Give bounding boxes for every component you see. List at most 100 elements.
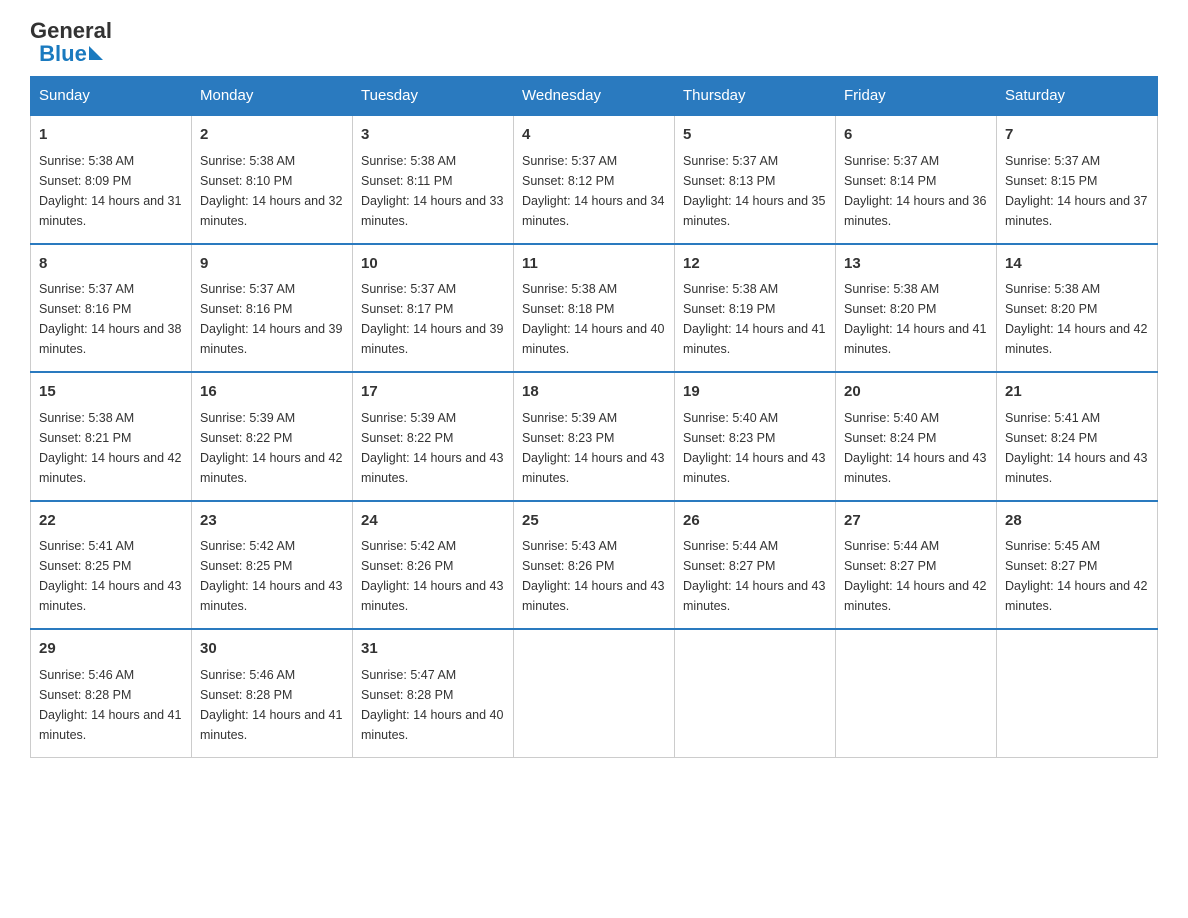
calendar-cell [836,629,997,757]
calendar-cell: 15Sunrise: 5:38 AMSunset: 8:21 PMDayligh… [31,372,192,501]
day-info: Sunrise: 5:39 AMSunset: 8:22 PMDaylight:… [200,408,344,488]
day-info: Sunrise: 5:37 AMSunset: 8:16 PMDaylight:… [39,279,183,359]
day-info: Sunrise: 5:44 AMSunset: 8:27 PMDaylight:… [844,536,988,616]
calendar-cell [997,629,1158,757]
calendar-cell: 4Sunrise: 5:37 AMSunset: 8:12 PMDaylight… [514,115,675,244]
calendar-cell: 18 Sunrise: 5:39 AMSunset: 8:23 PMDayligh… [514,372,675,501]
calendar-cell: 20 Sunrise: 5:40 AMSunset: 8:24 PMDayligh… [836,372,997,501]
day-info: Sunrise: 5:37 AMSunset: 8:14 PMDaylight:… [844,151,988,231]
day-info: Sunrise: 5:37 AMSunset: 8:13 PMDaylight:… [683,151,827,231]
day-info: Sunrise: 5:47 AMSunset: 8:28 PMDaylight:… [361,665,505,745]
calendar-week-1: 1 Sunrise: 5:38 AMSunset: 8:09 PMDaylight… [31,115,1158,244]
day-info: Sunrise: 5:39 AMSunset: 8:23 PMDaylight:… [522,408,666,488]
day-number: 20 [844,381,988,404]
calendar-cell: 28 Sunrise: 5:45 AMSunset: 8:27 PMDayligh… [997,501,1158,630]
day-number: 2 [200,124,344,147]
day-info: Sunrise: 5:42 AMSunset: 8:26 PMDaylight:… [361,536,505,616]
day-info: Sunrise: 5:44 AMSunset: 8:27 PMDaylight:… [683,536,827,616]
calendar-week-3: 15Sunrise: 5:38 AMSunset: 8:21 PMDayligh… [31,372,1158,501]
day-info: Sunrise: 5:38 AMSunset: 8:09 PMDaylight:… [39,151,183,231]
day-number: 1 [39,124,183,147]
calendar-cell: 1 Sunrise: 5:38 AMSunset: 8:09 PMDaylight… [31,115,192,244]
day-info: Sunrise: 5:38 AMSunset: 8:19 PMDaylight:… [683,279,827,359]
day-info: Sunrise: 5:38 AMSunset: 8:18 PMDaylight:… [522,279,666,359]
day-number: 16 [200,381,344,404]
day-number: 30 [200,638,344,661]
calendar-cell: 12 Sunrise: 5:38 AMSunset: 8:19 PMDayligh… [675,244,836,373]
day-number: 9 [200,253,344,276]
calendar-cell: 5 Sunrise: 5:37 AMSunset: 8:13 PMDaylight… [675,115,836,244]
calendar-week-5: 29 Sunrise: 5:46 AMSunset: 8:28 PMDayligh… [31,629,1158,757]
calendar-cell: 29Sunrise: 5:46 AMSunset: 8:28 PMDayligh… [31,629,192,757]
day-number: 21 [1005,381,1149,404]
calendar-cell: 21 Sunrise: 5:41 AMSunset: 8:24 PMDayligh… [997,372,1158,501]
day-info: Sunrise: 5:41 AMSunset: 8:24 PMDaylight:… [1005,408,1149,488]
day-number: 23 [200,510,344,533]
day-info: Sunrise: 5:40 AMSunset: 8:24 PMDaylight:… [844,408,988,488]
weekday-header-friday: Friday [836,77,997,116]
calendar-week-2: 8 Sunrise: 5:37 AMSunset: 8:16 PMDaylight… [31,244,1158,373]
calendar-cell: 16 Sunrise: 5:39 AMSunset: 8:22 PMDayligh… [192,372,353,501]
calendar-cell: 6 Sunrise: 5:37 AMSunset: 8:14 PMDaylight… [836,115,997,244]
calendar-cell: 13Sunrise: 5:38 AMSunset: 8:20 PMDayligh… [836,244,997,373]
weekday-header-sunday: Sunday [31,77,192,116]
calendar-cell: 14Sunrise: 5:38 AMSunset: 8:20 PMDayligh… [997,244,1158,373]
calendar-cell: 25 Sunrise: 5:43 AMSunset: 8:26 PMDayligh… [514,501,675,630]
weekday-header-saturday: Saturday [997,77,1158,116]
day-number: 26 [683,510,827,533]
calendar-cell: 24 Sunrise: 5:42 AMSunset: 8:26 PMDayligh… [353,501,514,630]
day-number: 4 [522,124,666,147]
logo: General Blue [30,20,112,66]
day-info: Sunrise: 5:38 AMSunset: 8:20 PMDaylight:… [844,279,988,359]
day-number: 6 [844,124,988,147]
calendar-week-4: 22 Sunrise: 5:41 AMSunset: 8:25 PMDayligh… [31,501,1158,630]
day-number: 28 [1005,510,1149,533]
day-number: 19 [683,381,827,404]
day-info: Sunrise: 5:42 AMSunset: 8:25 PMDaylight:… [200,536,344,616]
calendar-table: SundayMondayTuesdayWednesdayThursdayFrid… [30,76,1158,758]
weekday-header-tuesday: Tuesday [353,77,514,116]
day-number: 8 [39,253,183,276]
day-number: 15 [39,381,183,404]
weekday-header-monday: Monday [192,77,353,116]
day-number: 22 [39,510,183,533]
calendar-cell: 11 Sunrise: 5:38 AMSunset: 8:18 PMDayligh… [514,244,675,373]
day-info: Sunrise: 5:38 AMSunset: 8:10 PMDaylight:… [200,151,344,231]
day-number: 24 [361,510,505,533]
day-number: 31 [361,638,505,661]
calendar-cell: 3 Sunrise: 5:38 AMSunset: 8:11 PMDaylight… [353,115,514,244]
day-number: 12 [683,253,827,276]
logo-icon: General Blue [30,20,112,66]
day-number: 10 [361,253,505,276]
day-info: Sunrise: 5:45 AMSunset: 8:27 PMDaylight:… [1005,536,1149,616]
calendar-cell [675,629,836,757]
calendar-cell: 27Sunrise: 5:44 AMSunset: 8:27 PMDayligh… [836,501,997,630]
calendar-cell: 7Sunrise: 5:37 AMSunset: 8:15 PMDaylight… [997,115,1158,244]
calendar-cell: 19 Sunrise: 5:40 AMSunset: 8:23 PMDayligh… [675,372,836,501]
day-info: Sunrise: 5:39 AMSunset: 8:22 PMDaylight:… [361,408,505,488]
calendar-cell: 2 Sunrise: 5:38 AMSunset: 8:10 PMDaylight… [192,115,353,244]
day-info: Sunrise: 5:37 AMSunset: 8:16 PMDaylight:… [200,279,344,359]
weekday-header-thursday: Thursday [675,77,836,116]
day-number: 11 [522,253,666,276]
day-number: 7 [1005,124,1149,147]
day-info: Sunrise: 5:41 AMSunset: 8:25 PMDaylight:… [39,536,183,616]
day-number: 3 [361,124,505,147]
calendar-cell [514,629,675,757]
day-number: 18 [522,381,666,404]
day-info: Sunrise: 5:43 AMSunset: 8:26 PMDaylight:… [522,536,666,616]
calendar-cell: 26 Sunrise: 5:44 AMSunset: 8:27 PMDayligh… [675,501,836,630]
page-header: General Blue [30,20,1158,66]
day-info: Sunrise: 5:40 AMSunset: 8:23 PMDaylight:… [683,408,827,488]
day-number: 17 [361,381,505,404]
day-number: 5 [683,124,827,147]
calendar-cell: 8 Sunrise: 5:37 AMSunset: 8:16 PMDaylight… [31,244,192,373]
day-info: Sunrise: 5:38 AMSunset: 8:11 PMDaylight:… [361,151,505,231]
day-number: 25 [522,510,666,533]
day-info: Sunrise: 5:46 AMSunset: 8:28 PMDaylight:… [200,665,344,745]
day-info: Sunrise: 5:38 AMSunset: 8:20 PMDaylight:… [1005,279,1149,359]
calendar-header-row: SundayMondayTuesdayWednesdayThursdayFrid… [31,77,1158,116]
weekday-header-wednesday: Wednesday [514,77,675,116]
calendar-cell: 17 Sunrise: 5:39 AMSunset: 8:22 PMDayligh… [353,372,514,501]
day-number: 29 [39,638,183,661]
